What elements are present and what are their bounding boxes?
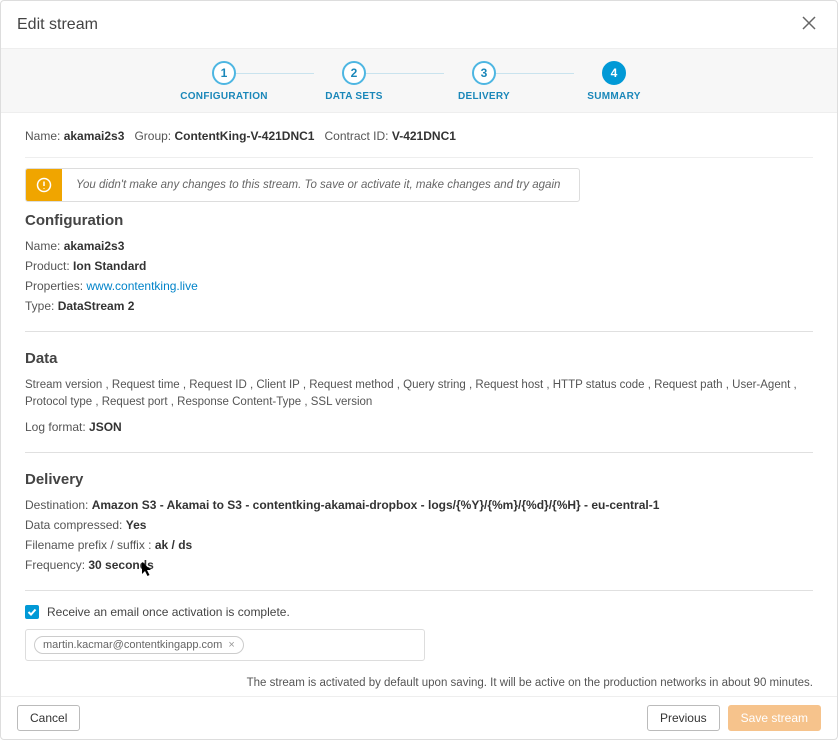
modal-footer: Cancel Previous Save stream [1, 696, 837, 739]
step-number: 4 [602, 61, 626, 85]
email-recipients-input[interactable]: martin.kacmar@contentkingapp.com × [25, 629, 425, 661]
stepper: 1 CONFIGURATION 2 DATA SETS 3 DELIVERY 4… [1, 48, 837, 113]
check-icon [27, 607, 37, 617]
cancel-button[interactable]: Cancel [17, 705, 80, 731]
previous-button[interactable]: Previous [647, 705, 720, 731]
close-icon [801, 15, 817, 31]
step-number: 1 [212, 61, 236, 85]
section-configuration-title: Configuration [25, 212, 813, 229]
step-label: DATA SETS [325, 91, 383, 102]
modal-header: Edit stream [1, 1, 837, 48]
delivery-frequency: Frequency: 30 seconds [25, 558, 813, 572]
email-notify-row[interactable]: Receive an email once activation is comp… [25, 605, 813, 619]
step-number: 2 [342, 61, 366, 85]
step-datasets[interactable]: 2 DATA SETS [314, 61, 394, 102]
section-data-title: Data [25, 350, 813, 367]
no-changes-alert: You didn't make any changes to this stre… [25, 168, 580, 202]
close-button[interactable] [797, 11, 821, 38]
log-format: Log format: JSON [25, 420, 813, 434]
step-label: CONFIGURATION [180, 91, 268, 102]
step-label: SUMMARY [587, 91, 640, 102]
step-configuration[interactable]: 1 CONFIGURATION [184, 61, 264, 102]
modal-content: Name: akamai2s3 Group: ContentKing-V-421… [1, 113, 837, 696]
step-number: 3 [472, 61, 496, 85]
email-notify-checkbox[interactable] [25, 605, 39, 619]
step-summary[interactable]: 4 SUMMARY [574, 61, 654, 102]
delivery-destination: Destination: Amazon S3 - Akamai to S3 - … [25, 498, 813, 512]
save-stream-button[interactable]: Save stream [728, 705, 821, 731]
config-properties: Properties: www.contentking.live [25, 279, 813, 293]
email-notify-label: Receive an email once activation is comp… [47, 605, 290, 619]
activation-note: The stream is activated by default upon … [25, 677, 813, 689]
step-label: DELIVERY [458, 91, 510, 102]
data-fields-list: Stream version , Request time , Request … [25, 377, 813, 412]
edit-stream-modal: Edit stream 1 CONFIGURATION 2 DATA SETS … [0, 0, 838, 740]
email-tag: martin.kacmar@contentkingapp.com × [34, 636, 244, 654]
delivery-compressed: Data compressed: Yes [25, 518, 813, 532]
alert-message: You didn't make any changes to this stre… [62, 169, 574, 201]
step-delivery[interactable]: 3 DELIVERY [444, 61, 524, 102]
delivery-filename: Filename prefix / suffix : ak / ds [25, 538, 813, 552]
section-delivery-title: Delivery [25, 471, 813, 488]
warning-icon [26, 169, 62, 201]
remove-tag-icon[interactable]: × [228, 639, 234, 651]
properties-link[interactable]: www.contentking.live [86, 279, 197, 293]
config-name: Name: akamai2s3 [25, 239, 813, 253]
modal-title: Edit stream [17, 16, 98, 34]
config-type: Type: DataStream 2 [25, 299, 813, 313]
config-product: Product: Ion Standard [25, 259, 813, 273]
stream-meta: Name: akamai2s3 Group: ContentKing-V-421… [25, 129, 813, 143]
